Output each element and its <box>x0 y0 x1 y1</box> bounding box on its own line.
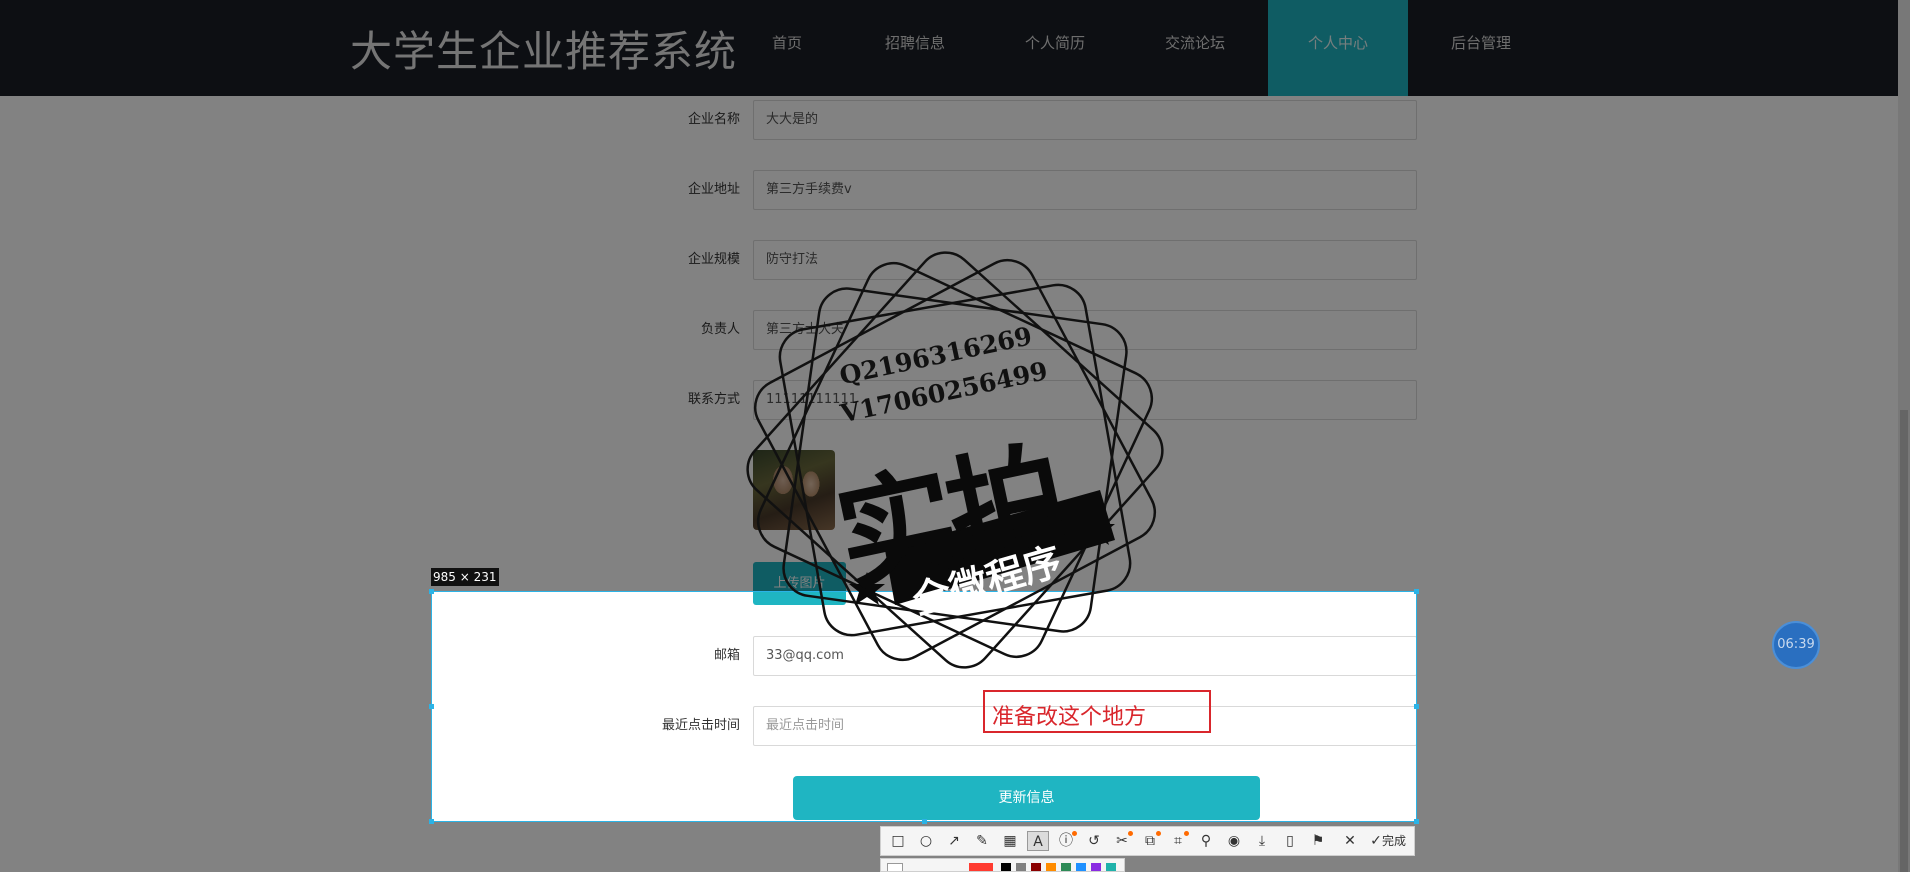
resize-handle[interactable] <box>922 819 927 824</box>
screenshot-toolbar: □ ○ ↗ ✎ ▦ A ⓘ ↺ ✂ ⧉ ⌗ ⚲ ◉ ⤓ ▯ ⚑ ✕ ✓ 完成 <box>880 826 1415 856</box>
resize-handle[interactable] <box>1414 589 1419 594</box>
color-swatch[interactable] <box>1091 863 1101 871</box>
stamp-text-layer: Q2196316269 V17060256499 实拍 全微程序 <box>745 250 1165 670</box>
arrow-icon[interactable]: ↗ <box>943 831 965 851</box>
color-swatch[interactable] <box>1061 863 1071 871</box>
ocr-icon[interactable]: ✂ <box>1111 831 1133 851</box>
color-swatch[interactable] <box>1016 863 1026 871</box>
resize-handle[interactable] <box>429 704 434 709</box>
color-palette <box>880 858 1125 872</box>
bookmark-icon[interactable]: ⚑ <box>1307 831 1329 851</box>
ellipse-icon[interactable]: ○ <box>915 831 937 851</box>
size-swatch[interactable] <box>887 863 903 871</box>
save-icon[interactable]: ⤓ <box>1251 831 1273 851</box>
recording-timer[interactable]: 06:39 <box>1772 621 1820 669</box>
pencil-icon[interactable]: ✎ <box>971 831 993 851</box>
dim-overlay-left <box>0 591 431 872</box>
dim-overlay-right <box>1416 591 1910 872</box>
scan-icon[interactable]: ⌗ <box>1167 831 1189 851</box>
resize-handle[interactable] <box>429 589 434 594</box>
text-icon[interactable]: A <box>1027 831 1049 851</box>
translate-icon[interactable]: ⧉ <box>1139 831 1161 851</box>
rectangle-icon[interactable]: □ <box>887 831 909 851</box>
pin-icon[interactable]: ⚲ <box>1195 831 1217 851</box>
color-swatch[interactable] <box>1046 863 1056 871</box>
selection-size-label: 985 × 231 <box>431 568 499 586</box>
annotation-text: 准备改这个地方 <box>992 705 1147 730</box>
color-swatch[interactable] <box>1001 863 1011 871</box>
resize-handle[interactable] <box>1414 704 1419 709</box>
resize-handle[interactable] <box>429 819 434 824</box>
color-swatch[interactable] <box>1076 863 1086 871</box>
done-label[interactable]: 完成 <box>1382 831 1406 851</box>
phone-icon[interactable]: ▯ <box>1279 831 1301 851</box>
mosaic-icon[interactable]: ▦ <box>999 831 1021 851</box>
close-icon[interactable]: ✕ <box>1339 831 1361 851</box>
watermark-stamp: Q2196316269 V17060256499 实拍 全微程序 <box>745 250 1165 670</box>
color-swatch[interactable] <box>1031 863 1041 871</box>
undo-icon[interactable]: ↺ <box>1083 831 1105 851</box>
annotation-rectangle[interactable]: 准备改这个地方 <box>983 690 1211 733</box>
resize-handle[interactable] <box>1414 819 1419 824</box>
record-icon[interactable]: ◉ <box>1223 831 1245 851</box>
color-swatch[interactable] <box>969 863 993 871</box>
serial-number-icon[interactable]: ⓘ <box>1055 831 1077 851</box>
color-swatch[interactable] <box>1106 863 1116 871</box>
